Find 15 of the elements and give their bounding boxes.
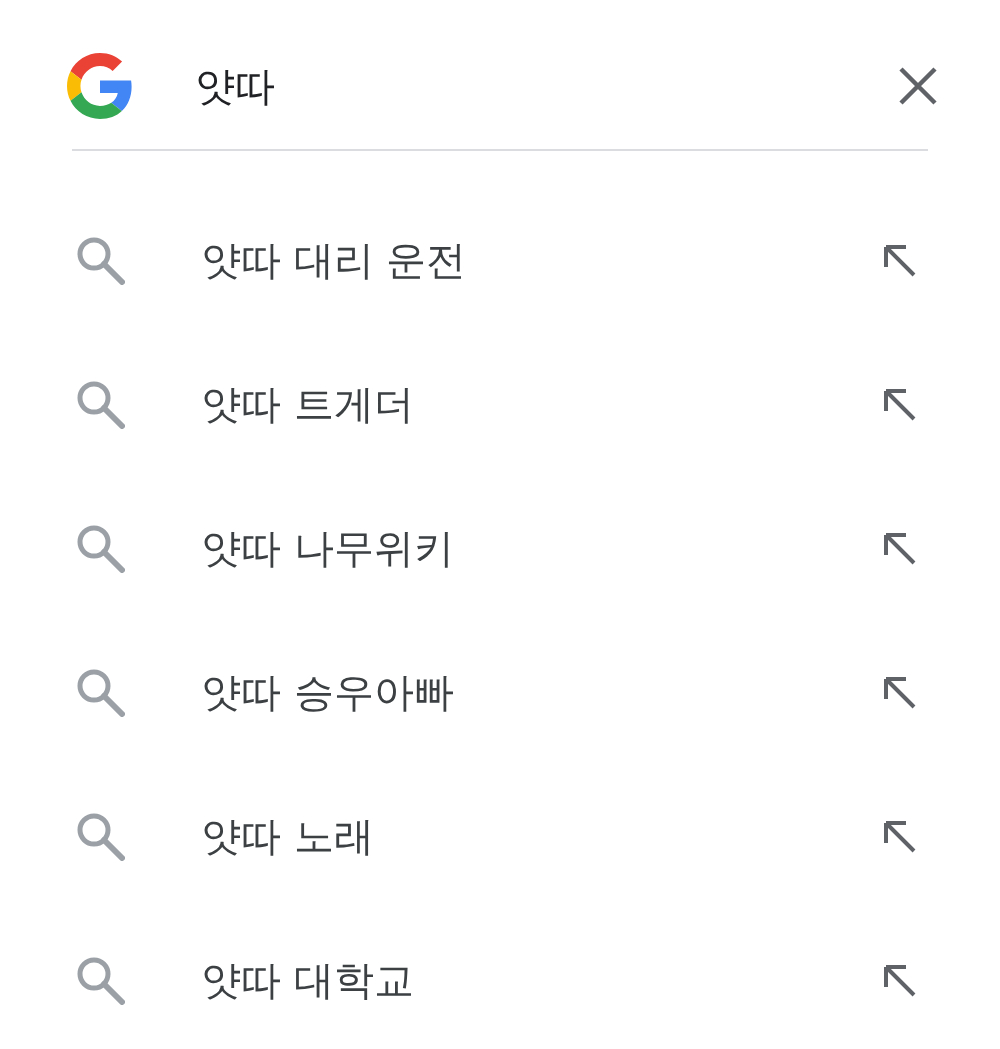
search-icon [75, 523, 125, 573]
search-field[interactable]: 얏따 [195, 56, 894, 116]
search-icon [75, 955, 125, 1005]
search-icon [75, 667, 125, 717]
suggestion-text[interactable]: 얏따 승우아빠 [201, 662, 878, 722]
suggestion-text[interactable]: 얏따 대리 운전 [201, 230, 878, 290]
search-icon [75, 235, 125, 285]
search-icon [75, 379, 125, 429]
suggestion-text[interactable]: 얏따 대학교 [201, 950, 878, 1010]
close-icon [898, 66, 938, 106]
suggestion-text[interactable]: 얏따 나무위키 [201, 518, 878, 578]
search-icon [75, 811, 125, 861]
suggestion-text[interactable]: 얏따 트게더 [201, 374, 878, 434]
suggestion-text[interactable]: 얏따 노래 [201, 806, 878, 866]
logo-icon [67, 53, 133, 119]
